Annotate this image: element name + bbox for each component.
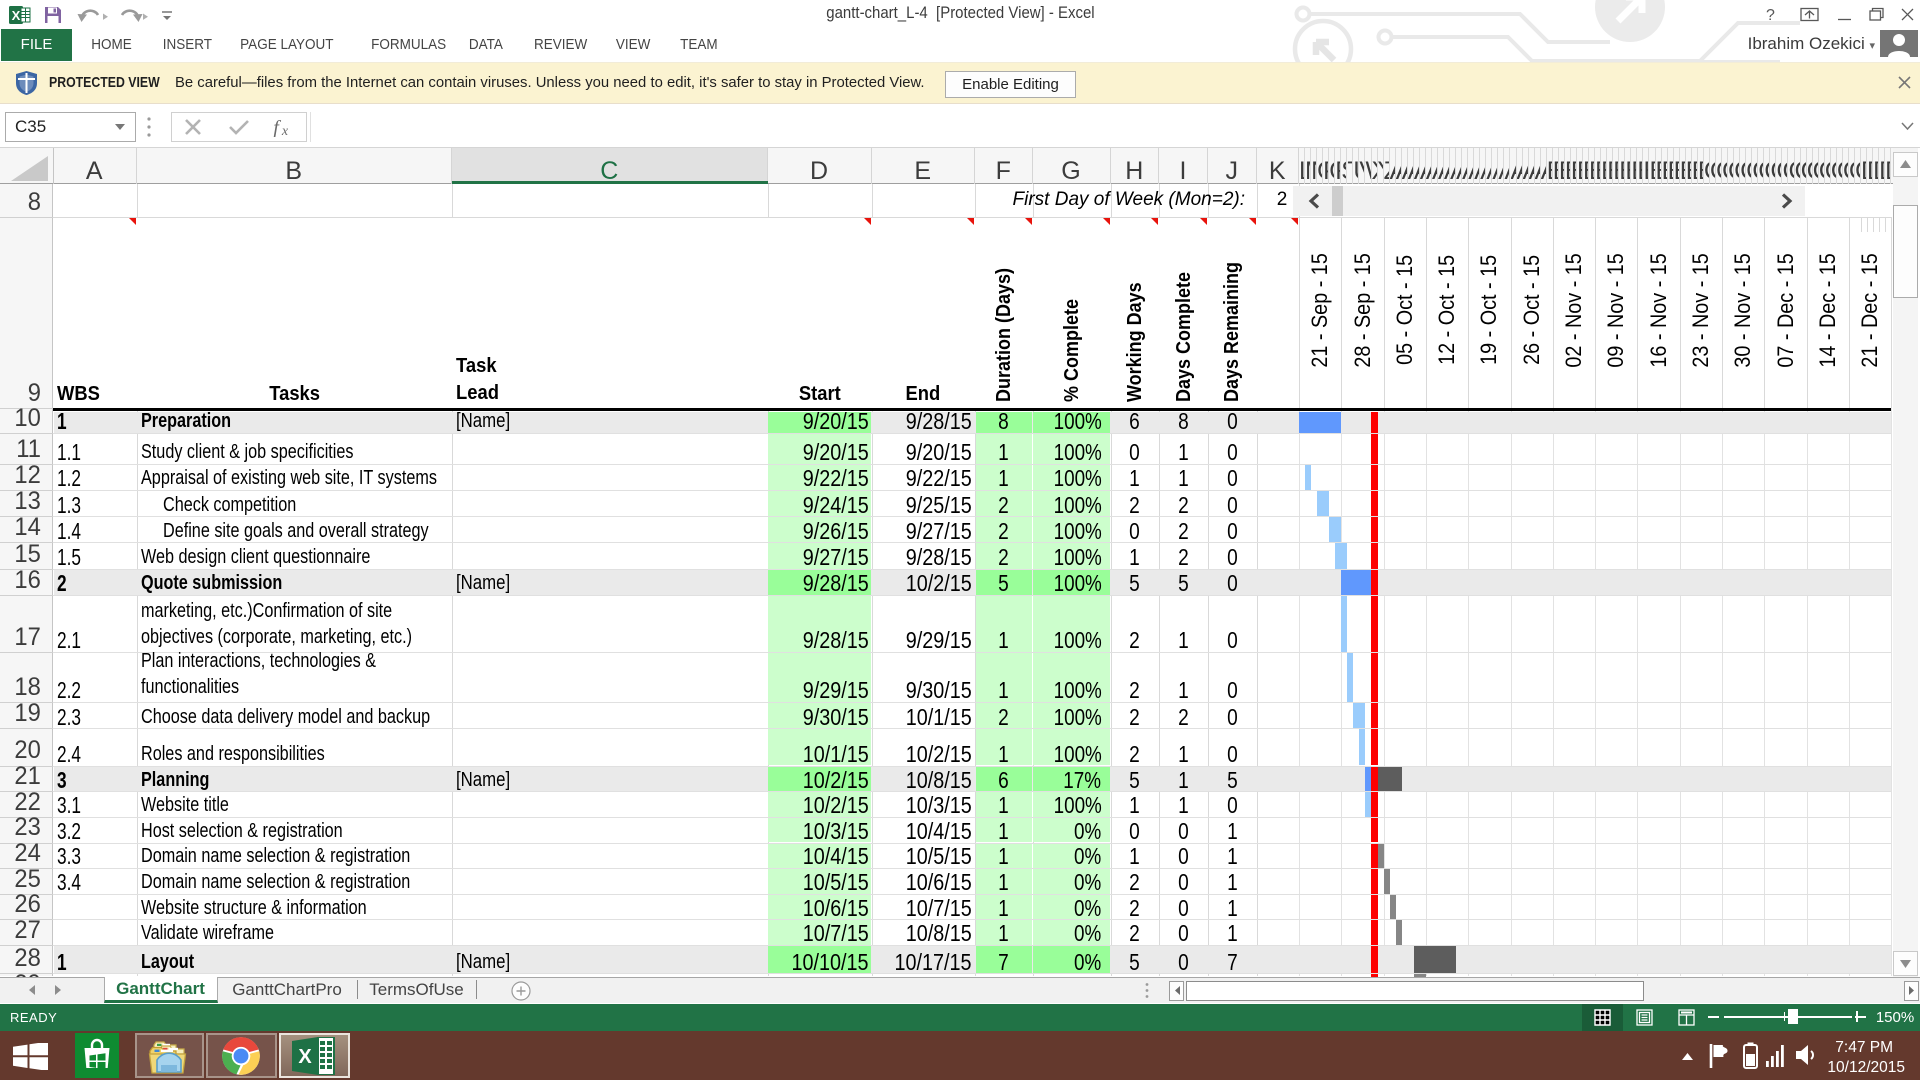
svg-text:X: X [12, 8, 21, 23]
svg-text:X: X [298, 1046, 312, 1068]
svg-text:f: f [273, 118, 281, 137]
svg-text:?: ? [1766, 7, 1775, 24]
svg-text:x: x [281, 124, 289, 137]
